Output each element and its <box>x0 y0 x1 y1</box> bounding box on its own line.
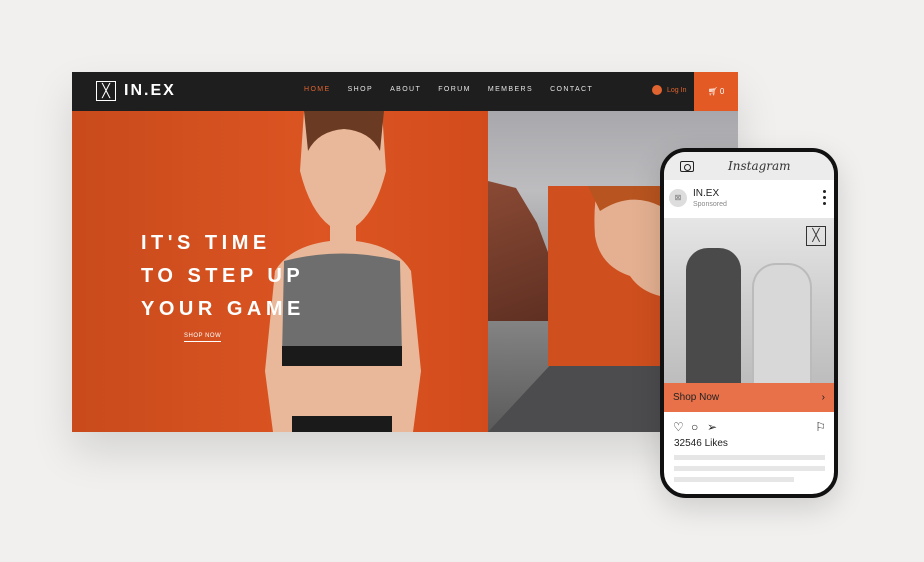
logo-mark-icon: ╳ <box>96 81 116 101</box>
site-logo[interactable]: ╳ IN.EX <box>96 81 176 101</box>
brand-mark-icon: ╳ <box>806 226 826 246</box>
post-image: ╳ <box>664 218 834 383</box>
headline-line: YOUR GAME <box>141 298 305 320</box>
login-button[interactable]: Log In <box>652 85 686 95</box>
more-options-icon[interactable] <box>823 190 826 205</box>
nav-forum[interactable]: FORUM <box>438 86 471 93</box>
main-nav: HOME SHOP ABOUT FORUM MEMBERS CONTACT <box>304 86 593 93</box>
nav-about[interactable]: ABOUT <box>390 86 421 93</box>
hero-headline: IT'S TIME TO STEP UP YOUR GAME <box>141 227 305 326</box>
comment-icon[interactable]: ○ <box>691 420 698 434</box>
caption-placeholder <box>674 466 825 471</box>
account-name[interactable]: IN.EX <box>693 188 719 199</box>
cart-icon: 🛒︎ <box>707 87 718 96</box>
nav-shop[interactable]: SHOP <box>348 86 373 93</box>
nav-members[interactable]: MEMBERS <box>488 86 533 93</box>
headline-line: IT'S TIME <box>141 232 271 254</box>
model-figure <box>686 248 741 383</box>
nav-contact[interactable]: CONTACT <box>550 86 593 93</box>
phone-mockup: Instagram ⊠ IN.EX Sponsored ╳ Shop Now › … <box>660 148 838 498</box>
sponsored-label: Sponsored <box>693 201 727 208</box>
bookmark-icon[interactable]: ⚐ <box>815 420 826 434</box>
login-label: Log In <box>667 86 687 94</box>
post-header: ⊠ IN.EX Sponsored <box>664 180 834 218</box>
post-actions: ♡ ○ ➢ ⚐ <box>664 412 834 438</box>
instagram-topbar: Instagram <box>664 152 834 180</box>
portrait-inset-image <box>548 186 660 366</box>
caption-placeholder <box>674 455 825 460</box>
heart-icon[interactable]: ♡ <box>673 420 684 434</box>
cart-count: 0 <box>719 87 725 96</box>
model-figure <box>752 263 812 383</box>
account-avatar[interactable]: ⊠ <box>669 189 687 207</box>
likes-count: 32546 Likes <box>674 438 728 449</box>
instagram-title: Instagram <box>728 159 791 173</box>
nav-home[interactable]: HOME <box>304 86 331 93</box>
website-preview: ╳ IN.EX HOME SHOP ABOUT FORUM MEMBERS CON… <box>72 72 738 432</box>
camera-icon[interactable] <box>680 161 694 172</box>
headline-line: TO STEP UP <box>141 265 305 287</box>
shop-now-button[interactable]: Shop Now › <box>664 383 834 412</box>
site-header: ╳ IN.EX HOME SHOP ABOUT FORUM MEMBERS CON… <box>72 72 738 111</box>
share-icon[interactable]: ➢ <box>707 420 717 434</box>
logo-text: IN.EX <box>124 82 176 99</box>
shop-now-label: Shop Now <box>673 392 720 403</box>
chevron-right-icon: › <box>821 392 825 403</box>
user-icon <box>652 85 662 95</box>
hero-banner: IT'S TIME TO STEP UP YOUR GAME SHOP NOW <box>72 111 488 432</box>
caption-placeholder <box>674 477 794 482</box>
shop-now-link[interactable]: SHOP NOW <box>184 333 222 342</box>
cart-button[interactable]: 🛒︎ 0 <box>694 72 738 111</box>
